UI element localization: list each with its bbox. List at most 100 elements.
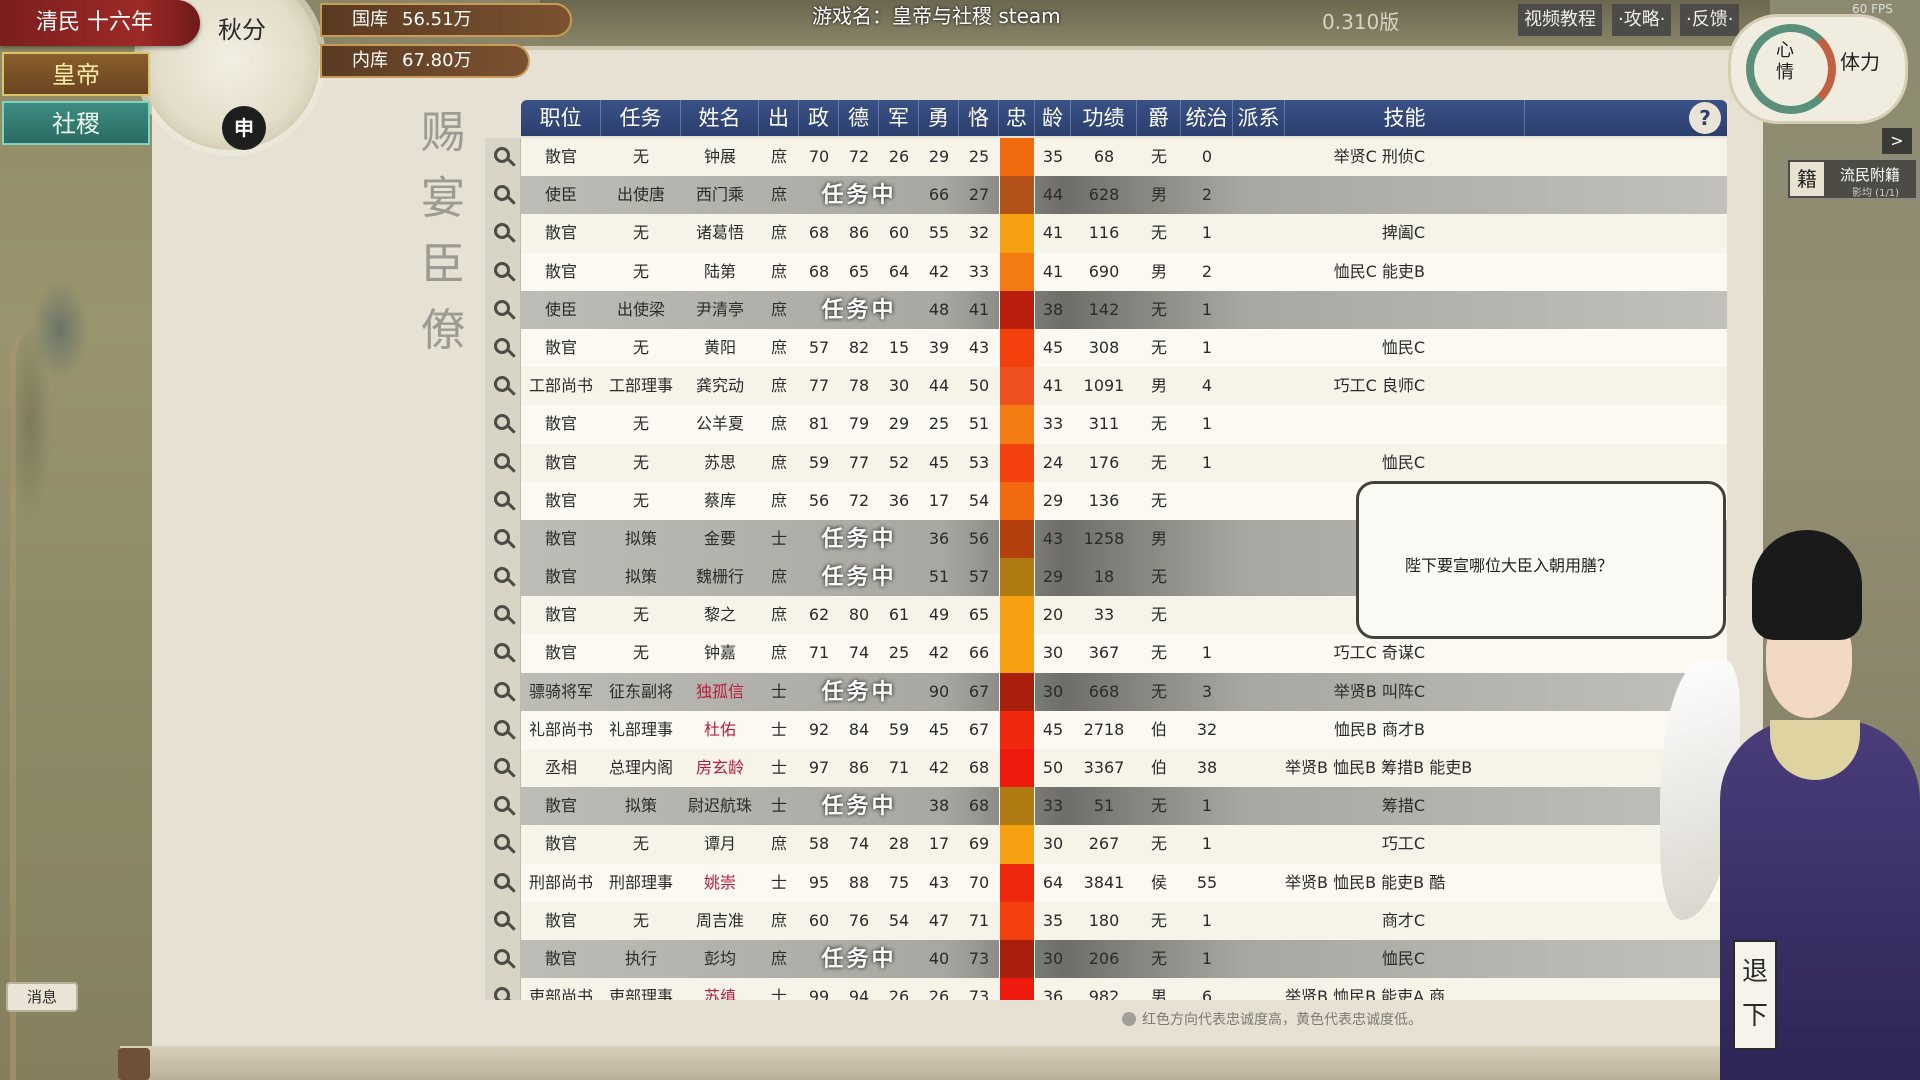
column-header[interactable]: 任务: [601, 100, 681, 136]
cell-position: 散官: [544, 567, 577, 587]
cell-rule: 0: [1201, 147, 1213, 166]
table-row[interactable]: 散官 无 谭月 庶 58 74 28 17 69 30 267 无 1 巧工C: [485, 825, 1730, 864]
magnifier-icon[interactable]: [485, 214, 521, 253]
table-row[interactable]: 散官 无 钟嘉 庶 71 74 25 42 66 30 367 无 1 巧工C 奇谋C: [485, 634, 1730, 673]
magnifier-icon[interactable]: [485, 328, 521, 368]
cell-task: 出使梁: [616, 299, 665, 319]
magnifier-icon[interactable]: [485, 290, 521, 329]
magnifier-icon[interactable]: [485, 367, 521, 406]
magnifier-icon[interactable]: [485, 596, 521, 635]
magnifier-icon[interactable]: [485, 138, 521, 177]
column-header[interactable]: 派系: [1233, 100, 1285, 136]
column-header[interactable]: 统治: [1181, 100, 1233, 136]
table-row[interactable]: 丞相 总理内阁 房玄龄 士 97 86 71 42 68 50 3367 伯 38 举贤B 恤民B 筹措B…: [485, 749, 1730, 788]
cell-age: 50: [1042, 758, 1064, 777]
column-header[interactable]: 出: [759, 100, 799, 136]
magnifier-icon[interactable]: [485, 176, 521, 215]
magnifier-icon[interactable]: [485, 252, 521, 291]
magnifier-icon[interactable]: [485, 481, 521, 520]
cell-task: 征东副将: [608, 681, 673, 701]
page-title: 赐宴臣僚: [421, 107, 465, 356]
cell-diligence: 32: [968, 223, 990, 243]
column-header[interactable]: 军: [879, 100, 919, 136]
magnifier-icon[interactable]: [485, 672, 521, 711]
column-header[interactable]: 忠: [999, 100, 1035, 136]
cell-courage: 48: [928, 299, 950, 319]
table-row[interactable]: 使臣出使梁尹清亭庶任务中48484138142无1: [485, 290, 1730, 329]
video-tutorial-link[interactable]: 视频教程: [1518, 4, 1602, 36]
season-label: 秋分: [218, 16, 266, 44]
table-row[interactable]: 散官 无 苏思 庶 59 77 52 45 53 24 176 无 1 恤民C: [485, 443, 1730, 482]
state-button[interactable]: 社稷: [2, 101, 150, 145]
table-row[interactable]: 散官拟策尉迟航珠士任务中3638683351无1筹措C: [485, 787, 1730, 826]
table-row[interactable]: 散官 无 周吉准 庶 60 76 54 47 71 35 180 无 1 商才C: [485, 901, 1730, 940]
cell-politics: 68: [808, 223, 830, 243]
magnifier-icon[interactable]: [485, 749, 521, 788]
cell-military: 75: [888, 872, 910, 892]
magnifier-icon[interactable]: [485, 825, 521, 864]
cell-courage: 42: [928, 643, 950, 663]
table-row[interactable]: 吏部尚书 吏部理事 苏缜 士 99 94 26 26 73 36 982 男 6 举贤B 恤民B 能吏A …: [485, 978, 1730, 1000]
loyalty-swatch: [999, 978, 1035, 1000]
cell-position: 吏部尚书: [528, 987, 593, 1000]
column-header[interactable]: 恪: [959, 100, 999, 136]
cell-faction: [1233, 558, 1285, 596]
cell-merit: 982: [1088, 987, 1120, 1000]
busy-tag: 任务中: [821, 564, 897, 591]
magnifier-icon[interactable]: [485, 558, 521, 597]
magnifier-icon[interactable]: [485, 901, 521, 940]
magnifier-icon[interactable]: [485, 443, 521, 482]
cell-age: 41: [1042, 223, 1064, 243]
table-row[interactable]: 礼部尚书 礼部理事 杜佑 士 92 84 59 45 67 45 2718 伯 32 恤民B 商才B: [485, 710, 1730, 749]
magnifier-icon[interactable]: [485, 939, 521, 979]
cell-courage: 17: [928, 490, 950, 510]
column-header[interactable]: 姓名: [681, 100, 759, 136]
magnifier-icon[interactable]: [485, 710, 521, 749]
table-row[interactable]: 使臣出使唐西门乘庶任务中63662744628男2: [485, 176, 1730, 215]
feedback-link[interactable]: ·反馈·: [1680, 4, 1740, 36]
magnifier-icon[interactable]: [485, 405, 521, 444]
table-row[interactable]: 散官 无 陆第 庶 68 65 64 42 33 41 690 男 2 恤民C 能吏B: [485, 252, 1730, 291]
guide-link[interactable]: ·攻略·: [1612, 4, 1672, 36]
cell-title: 男: [1150, 528, 1167, 548]
cell-rule: [1181, 558, 1233, 596]
cell-courage: 51: [928, 567, 950, 587]
magnifier-icon[interactable]: [485, 863, 521, 902]
cell-name: 房玄龄: [695, 758, 744, 777]
table-row[interactable]: 散官 无 诸葛悟 庶 68 86 60 55 32 41 116 无 1 捭阖C: [485, 214, 1730, 253]
emperor-button[interactable]: 皇帝: [2, 52, 150, 96]
table-row[interactable]: 散官 无 黄阳 庶 57 82 15 39 43 45 308 无 1 恤民C: [485, 328, 1730, 368]
magnifier-icon[interactable]: [485, 978, 521, 1000]
column-header[interactable]: 技能: [1285, 100, 1525, 136]
table-row[interactable]: 散官 无 钟展 庶 70 72 26 29 25 35 68 无 0 举贤C 刑侦C: [485, 138, 1730, 177]
column-header[interactable]: 勇: [919, 100, 959, 136]
refugee-registry-widget[interactable]: 籍 流民附籍 影均 (1/1): [1786, 158, 1918, 200]
table-row[interactable]: 工部尚书 工部理事 龚究动 庶 77 78 30 44 50 41 1091 男 4 巧工C 良师C: [485, 367, 1730, 406]
table-row[interactable]: 散官 无 公羊夏 庶 81 79 29 25 51 33 311 无 1: [485, 405, 1730, 444]
column-header[interactable]: 职位: [521, 100, 601, 136]
cell-name: 杜佑: [703, 719, 736, 739]
column-header[interactable]: 爵: [1137, 100, 1181, 136]
column-header[interactable]: 德: [839, 100, 879, 136]
cell-virtue: 65: [848, 261, 870, 281]
cell-virtue: 88: [848, 872, 870, 892]
magnifier-icon[interactable]: [485, 519, 521, 559]
loyalty-swatch: [999, 863, 1035, 902]
column-header[interactable]: 功绩: [1071, 100, 1137, 136]
cell-origin: 庶: [770, 376, 787, 396]
table-row[interactable]: 骠骑将军征东副将独孤信士任务中76906730668无3举贤B 叫阵C: [485, 672, 1730, 711]
messages-button[interactable]: 消息: [6, 982, 78, 1012]
cell-position: 散官: [544, 528, 577, 548]
magnifier-icon[interactable]: [485, 634, 521, 673]
side-expand-arrow[interactable]: >: [1882, 128, 1912, 154]
cell-diligence: 53: [968, 452, 990, 472]
help-button[interactable]: ?: [1689, 102, 1721, 134]
retire-button[interactable]: 退下: [1733, 940, 1777, 1050]
table-row[interactable]: 刑部尚书 刑部理事 姚崇 士 95 88 75 43 70 64 3841 侯 55 举贤B 恤民B 能吏…: [485, 863, 1730, 902]
column-header[interactable]: 政: [799, 100, 839, 136]
column-header[interactable]: 龄: [1035, 100, 1071, 136]
loyalty-swatch: [999, 481, 1035, 520]
cell-diligence: 51: [968, 414, 990, 434]
magnifier-icon[interactable]: [485, 787, 521, 826]
table-row[interactable]: 散官执行彭均庶任务中31407330206无1恤民C: [485, 939, 1730, 979]
